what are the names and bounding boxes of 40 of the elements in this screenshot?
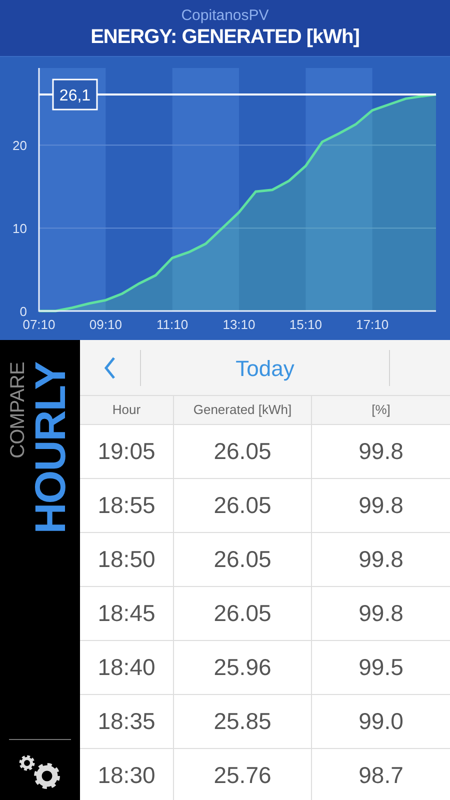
table-cell: 98.7 [311, 749, 450, 800]
compare-label[interactable]: COMPARE [7, 362, 29, 458]
x-tick-label: 13:10 [222, 317, 256, 332]
table-cell: 25.76 [173, 749, 311, 800]
column-header: [%] [311, 396, 450, 424]
table-cell-text: 18:55 [96, 491, 156, 520]
y-tick-label: 10 [12, 221, 27, 236]
table-cell-text: 18:45 [96, 599, 156, 628]
x-tick-label: 15:10 [289, 317, 322, 332]
table-cell-text: 18:50 [96, 545, 156, 574]
table-cell: 99.8 [311, 533, 450, 586]
screen-title: ENERGY: GENERATED [kWh] [90, 25, 360, 49]
table-cell: 26.05 [173, 587, 311, 640]
table-cell-text: 18:30 [96, 761, 156, 790]
app-name: CopitanosPV [181, 7, 269, 25]
mode-label[interactable]: HOURLY [29, 362, 73, 534]
y-tick-label: 0 [20, 304, 27, 319]
x-tick-label: 17:10 [356, 317, 389, 332]
table-cell: 25.85 [173, 695, 311, 748]
table-cell: 25.96 [173, 641, 311, 694]
table-cell: 26.05 [173, 479, 311, 532]
table-cell-text: 19:05 [96, 437, 156, 466]
table-cell: 99.8 [311, 587, 450, 640]
table-cell: 99.8 [311, 479, 450, 532]
table-cell: 99.0 [311, 695, 450, 748]
table-cell: 99.8 [311, 425, 450, 478]
date-label: Today [234, 354, 296, 382]
x-tick-label: 11:10 [156, 317, 188, 332]
marker-value: 26,1 [59, 88, 91, 105]
column-header: Hour [111, 401, 142, 419]
x-tick-label: 07:10 [22, 317, 56, 332]
table-cell: 99.5 [311, 641, 450, 694]
table-cell-text: 18:40 [96, 653, 156, 682]
table-cell: 26.05 [173, 425, 311, 478]
x-tick-label: 09:10 [89, 317, 122, 332]
y-tick-label: 20 [12, 138, 27, 154]
table-cell: 26.05 [173, 533, 311, 586]
column-header: Generated [kWh] [173, 396, 311, 424]
table-cell-text: 18:35 [96, 707, 156, 736]
value-badge [52, 78, 98, 110]
